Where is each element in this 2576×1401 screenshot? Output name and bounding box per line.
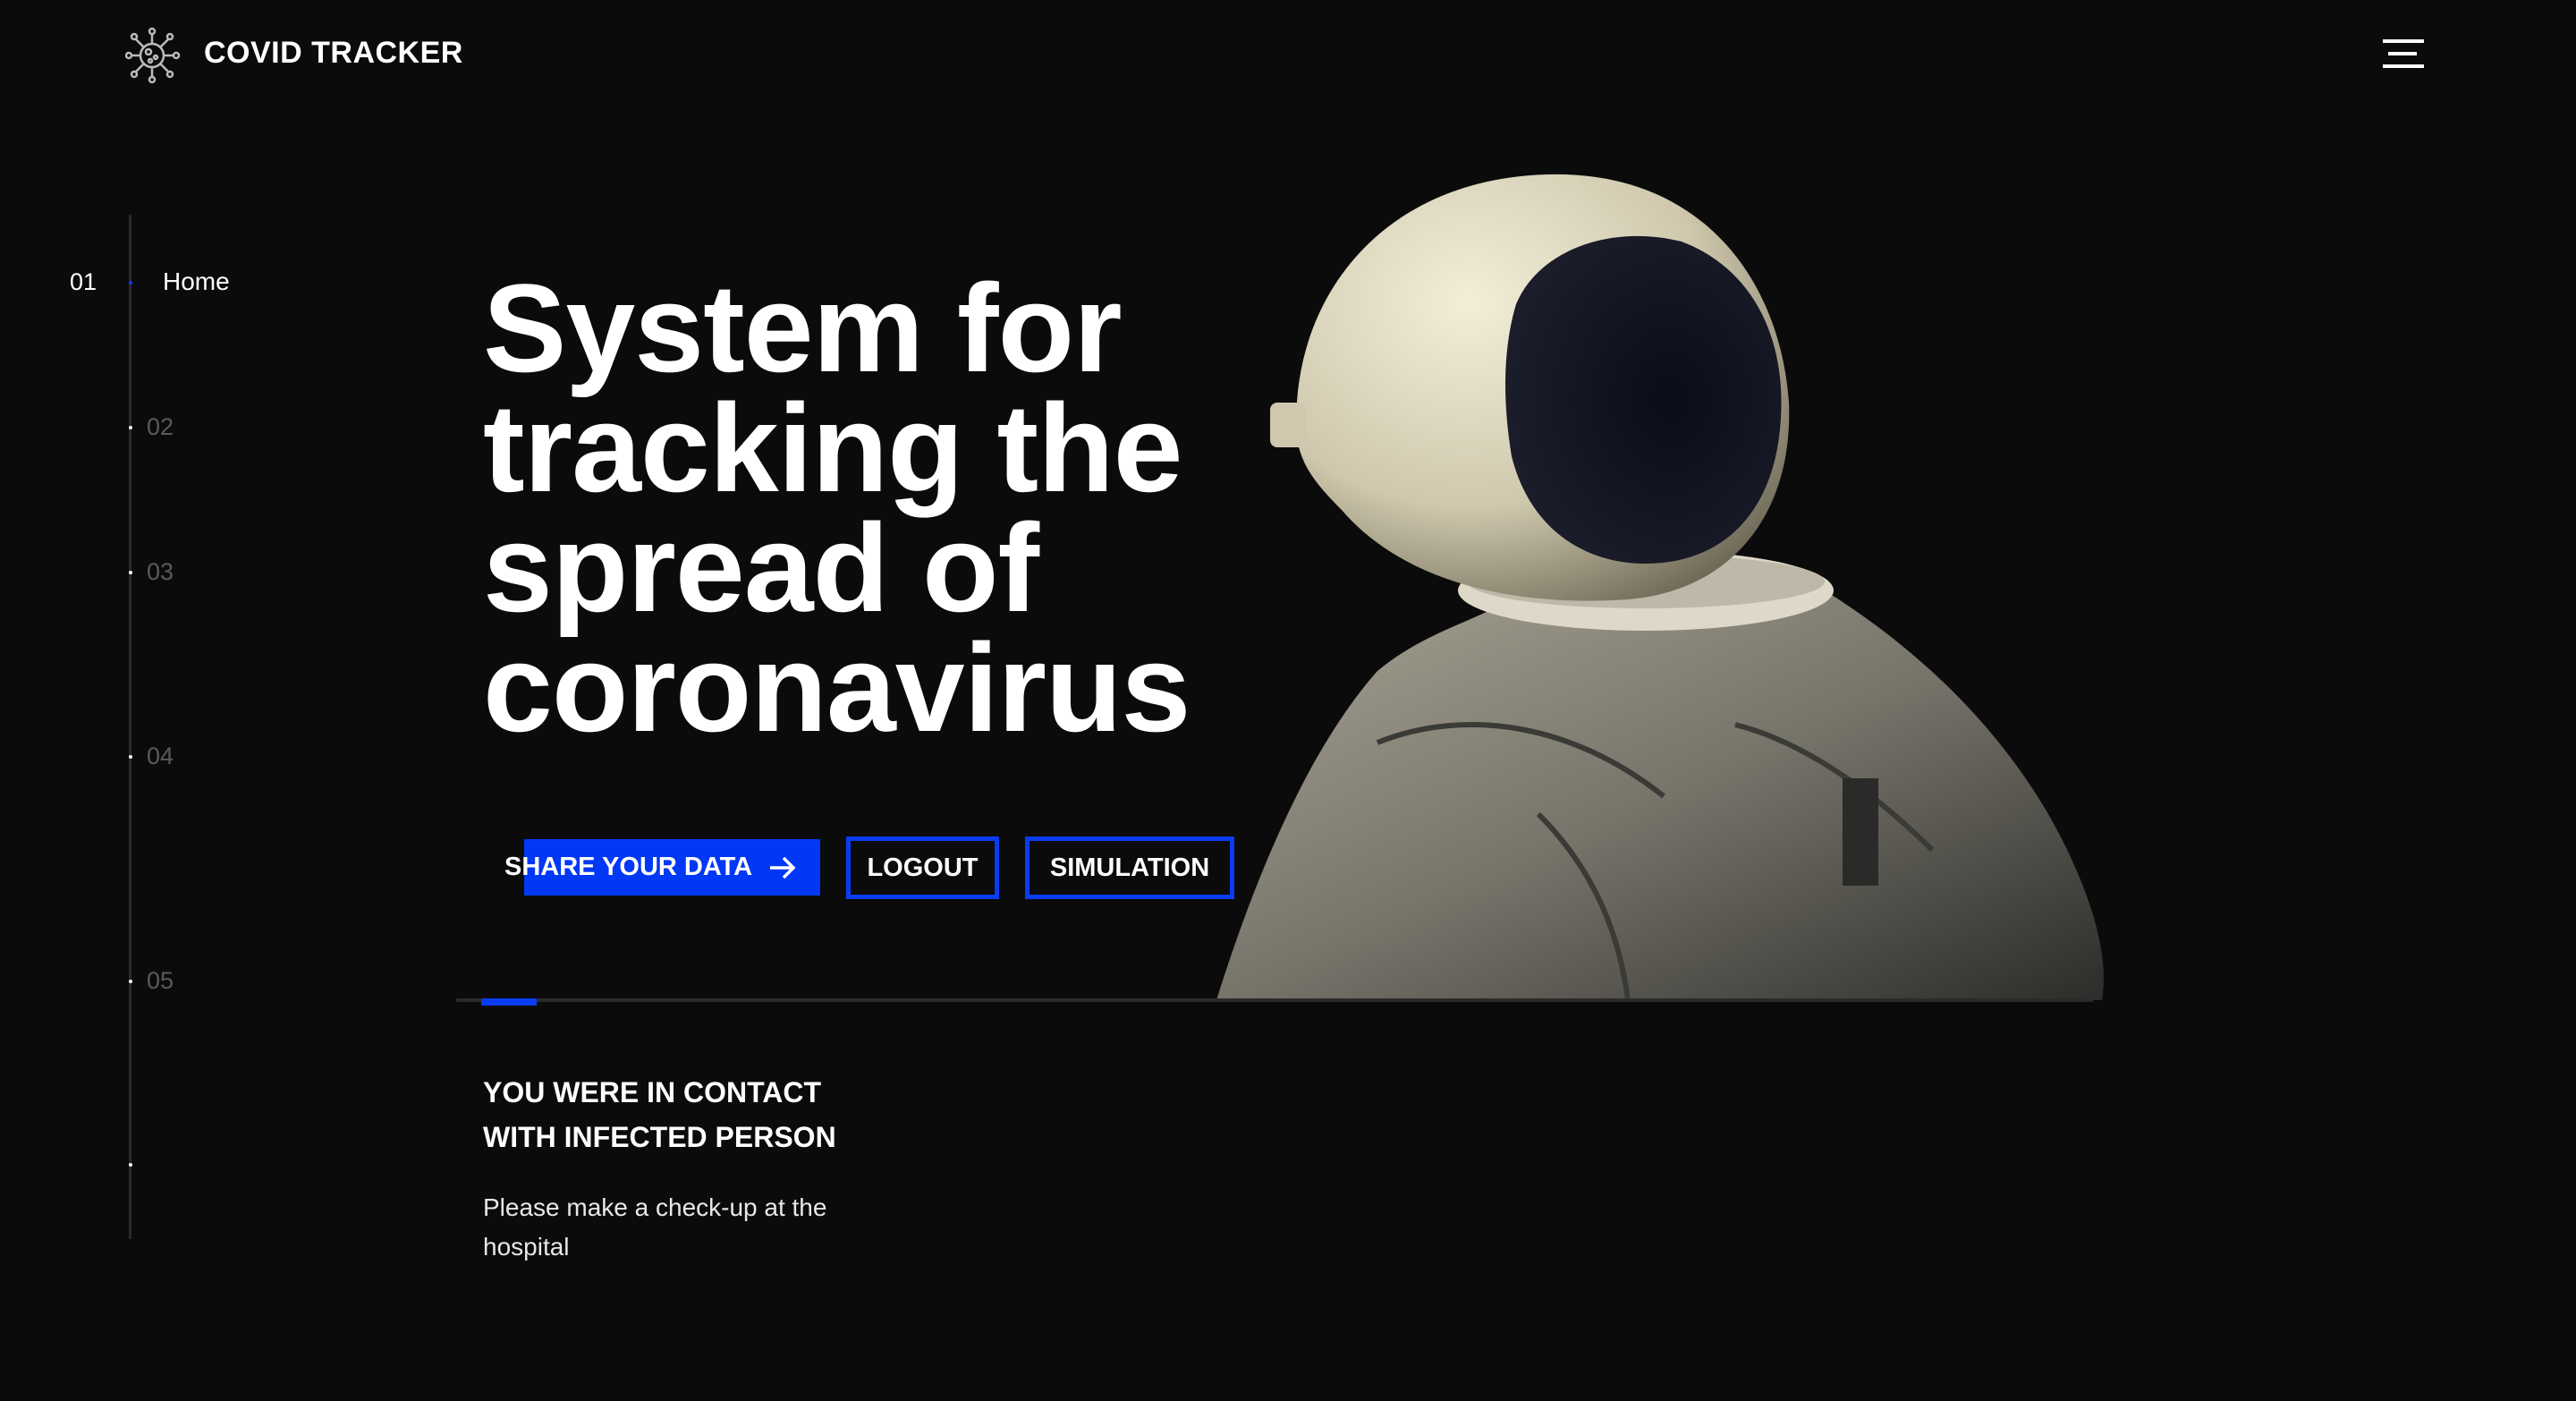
hero-title-line: spread of	[483, 497, 1039, 638]
contact-warning-title: YOU WERE IN CONTACT WITH INFECTED PERSON	[483, 1070, 1020, 1159]
contact-warning-text-line: Please make a check-up at the	[483, 1193, 827, 1221]
contact-warning-line: YOU WERE IN CONTACT	[483, 1076, 822, 1108]
nav-dot	[129, 755, 132, 759]
contact-warning-line: WITH INFECTED PERSON	[483, 1121, 836, 1153]
sidebar-track	[129, 215, 131, 1239]
share-your-data-button[interactable]: SHARE YOUR DATA	[504, 839, 797, 896]
sidebar-item-home[interactable]: Home	[163, 267, 230, 296]
sidebar-item-03[interactable]: 03	[147, 558, 174, 586]
arrow-right-icon	[768, 855, 797, 880]
nav-number-01[interactable]: 01	[70, 268, 97, 296]
divider-progress-indicator	[481, 998, 537, 1006]
contact-warning-text: Please make a check-up at the hospital	[483, 1188, 930, 1267]
hero-title-line: System for	[483, 258, 1123, 398]
logout-button[interactable]: LOGOUT	[846, 836, 999, 899]
nav-dot	[129, 1163, 132, 1167]
hero-title-line: coronavirus	[483, 617, 1191, 758]
share-button-label: SHARE YOUR DATA	[504, 853, 753, 881]
virus-icon[interactable]	[124, 23, 182, 86]
simulation-button[interactable]: SIMULATION	[1025, 836, 1234, 899]
sidebar-item-02[interactable]: 02	[147, 413, 174, 441]
nav-dot	[129, 571, 132, 574]
sidebar-item-04[interactable]: 04	[147, 743, 174, 770]
contact-warning-text-line: hospital	[483, 1233, 570, 1261]
brand-name[interactable]: COVID TRACKER	[204, 36, 463, 71]
hero-title-line: tracking the	[483, 378, 1183, 518]
hamburger-icon[interactable]	[2379, 36, 2429, 75]
section-divider	[456, 998, 2093, 1002]
hero-title: System for tracking the spread of corona…	[483, 258, 1377, 758]
nav-dot-active	[129, 281, 132, 284]
sidebar-item-05[interactable]: 05	[147, 967, 174, 995]
nav-dot	[129, 980, 132, 983]
nav-dot	[129, 426, 132, 429]
